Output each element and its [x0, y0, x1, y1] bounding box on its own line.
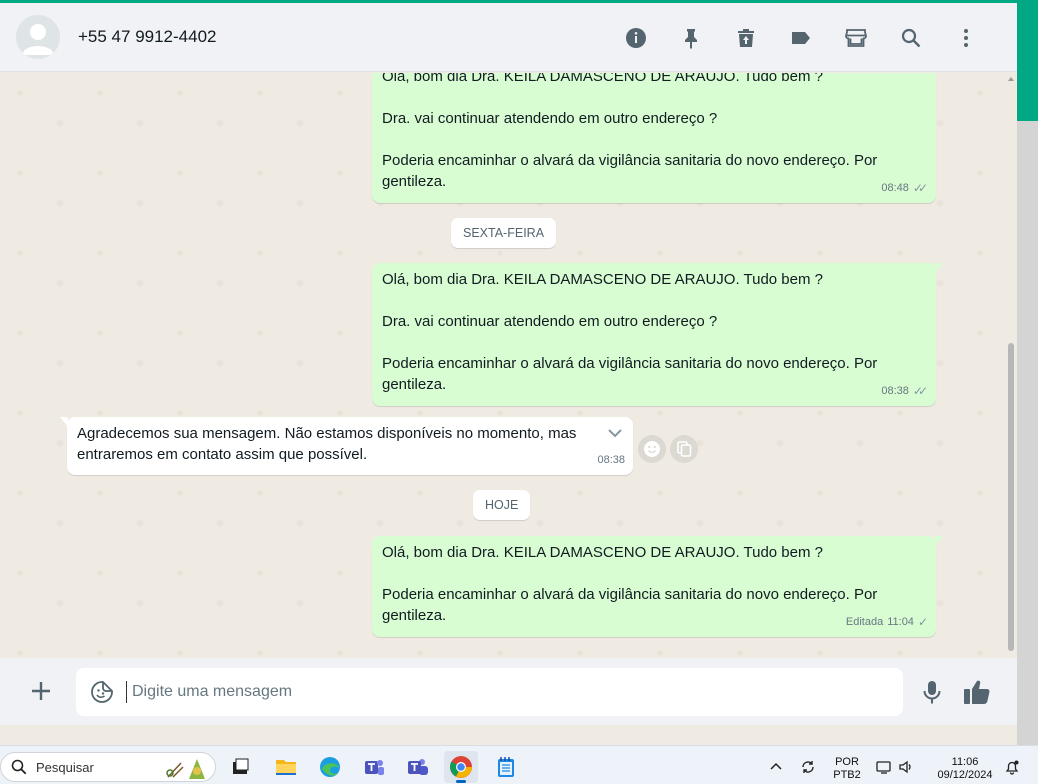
- edge-icon: [320, 757, 340, 777]
- menu-button[interactable]: [938, 23, 993, 53]
- bubble-tail: [60, 417, 68, 427]
- windows-taskbar: Pesquisar POR PTB2 11:06 09/12/2024: [0, 745, 1038, 784]
- clock-date: 09/12/2024: [937, 769, 993, 781]
- folder-icon: [276, 760, 296, 775]
- active-indicator: [456, 780, 466, 783]
- language-code: POR: [835, 756, 859, 768]
- message-text: Olá, bom dia Dra. KEILA DAMASCENO DE ARA…: [382, 544, 878, 624]
- bubble-tail: [935, 536, 943, 546]
- message-meta: 08:38 ✓✓: [881, 381, 928, 402]
- info-icon: [625, 28, 646, 48]
- taskbar-app-chrome[interactable]: [444, 751, 478, 783]
- double-check-icon: ✓✓: [912, 384, 928, 398]
- taskbar-app-teams-work[interactable]: [401, 751, 435, 783]
- input-language[interactable]: POR PTB2: [830, 756, 864, 782]
- scroll-thumb[interactable]: [1008, 343, 1014, 651]
- header-actions: [608, 23, 993, 53]
- taskbar-app-explorer[interactable]: [269, 751, 303, 783]
- date-divider: SEXTA-FEIRA: [451, 218, 557, 248]
- scroll-up-arrow-icon[interactable]: [1008, 77, 1014, 81]
- chevron-down-icon[interactable]: [607, 425, 623, 441]
- taskbar-app-notepad[interactable]: [489, 751, 523, 783]
- catalog-button[interactable]: [828, 23, 883, 53]
- search-button[interactable]: [883, 23, 938, 53]
- taskbar-app-edge[interactable]: [313, 751, 347, 783]
- pin-button[interactable]: [663, 23, 718, 53]
- taskbar-app-teams[interactable]: [357, 751, 391, 783]
- label-icon: [791, 32, 810, 44]
- keyboard-layout: PTB2: [833, 769, 861, 781]
- check-icon: ✓: [917, 615, 928, 629]
- message-time: 08:48: [881, 182, 909, 194]
- notepad-icon: [498, 757, 514, 777]
- taskbar-search[interactable]: Pesquisar: [0, 752, 216, 782]
- bubble-tail: [935, 263, 943, 273]
- message-bubble-incoming[interactable]: Agradecemos sua mensagem. Não estamos di…: [60, 417, 633, 475]
- volume-icon[interactable]: [898, 759, 914, 775]
- copy-button[interactable]: [670, 435, 698, 463]
- message-time: 08:38: [881, 385, 909, 397]
- sticker-icon[interactable]: [90, 680, 114, 704]
- double-check-icon: ✓✓: [912, 181, 928, 195]
- taskbar-clock[interactable]: 11:06 09/12/2024: [928, 756, 1002, 782]
- microphone-icon[interactable]: [918, 678, 946, 706]
- message-input-box[interactable]: [76, 668, 903, 716]
- catalog-icon: [844, 29, 867, 47]
- chat-scrollbar[interactable]: [1007, 73, 1015, 658]
- message-composer: [0, 658, 1017, 725]
- window-right-edge: [1017, 0, 1038, 745]
- search-icon: [11, 759, 27, 775]
- message-meta: Editada 11:04 ✓: [846, 612, 928, 633]
- message-time: 08:38: [597, 454, 625, 466]
- notification-bell-icon[interactable]: [1004, 759, 1020, 775]
- message-meta: 08:38: [597, 450, 625, 471]
- pin-icon: [684, 29, 697, 49]
- whatsapp-window: +55 47 9912-4402 Olá, bom dia Dra. KEILA…: [0, 3, 1017, 745]
- window-icon: [233, 758, 249, 774]
- search-highlight-icon: [166, 759, 205, 779]
- network-icon[interactable]: [876, 759, 892, 775]
- message-text: Olá, bom dia Dra. KEILA DAMASCENO DE ARA…: [382, 271, 878, 393]
- menu-icon: [963, 29, 968, 47]
- teams-work-icon: [408, 759, 428, 775]
- text-cursor: [126, 681, 127, 703]
- message-bubble-outgoing[interactable]: Olá, bom dia Dra. KEILA DAMASCENO DE ARA…: [372, 263, 943, 406]
- label-button[interactable]: [773, 23, 828, 53]
- message-time: 11:04: [887, 616, 914, 628]
- delete-button[interactable]: [718, 23, 773, 53]
- message-bubble-outgoing[interactable]: Olá, bom dia Dra. KEILA DAMASCENO DE ARA…: [372, 536, 943, 637]
- default-avatar-icon: [16, 15, 60, 59]
- date-divider: HOJE: [473, 490, 531, 520]
- avatar[interactable]: [16, 15, 60, 59]
- attach-plus-icon[interactable]: [28, 678, 54, 704]
- message-bubble-outgoing[interactable]: Olá, bom dia Dra. KEILA DAMASCENO DE ARA…: [372, 73, 936, 203]
- chrome-icon: [450, 756, 472, 778]
- window-accent-strip: [1017, 0, 1038, 121]
- info-button[interactable]: [608, 23, 663, 53]
- message-input[interactable]: [132, 668, 832, 716]
- message-actions: [638, 435, 698, 463]
- emoji-icon: [644, 441, 660, 457]
- clock-time: 11:06: [951, 756, 979, 768]
- chat-area[interactable]: Olá, bom dia Dra. KEILA DAMASCENO DE ARA…: [0, 73, 1017, 658]
- tray-overflow-chevron-icon[interactable]: [770, 762, 782, 770]
- copy-icon: [677, 441, 692, 457]
- search-icon: [901, 28, 920, 48]
- contact-name[interactable]: +55 47 9912-4402: [78, 27, 217, 47]
- edited-label: Editada: [845, 616, 884, 628]
- teams-icon: [365, 760, 384, 775]
- thumbs-up-icon[interactable]: [962, 678, 992, 706]
- message-text: Agradecemos sua mensagem. Não estamos di…: [77, 425, 581, 463]
- react-button[interactable]: [638, 435, 666, 463]
- chat-header: +55 47 9912-4402: [0, 3, 1017, 72]
- taskbar-app-widget[interactable]: [223, 751, 257, 783]
- taskbar-search-label: Pesquisar: [36, 759, 94, 775]
- sync-icon[interactable]: [800, 759, 816, 775]
- message-text: Olá, bom dia Dra. KEILA DAMASCENO DE ARA…: [382, 73, 878, 190]
- message-meta: 08:48 ✓✓: [881, 178, 928, 199]
- delete-icon: [737, 29, 754, 47]
